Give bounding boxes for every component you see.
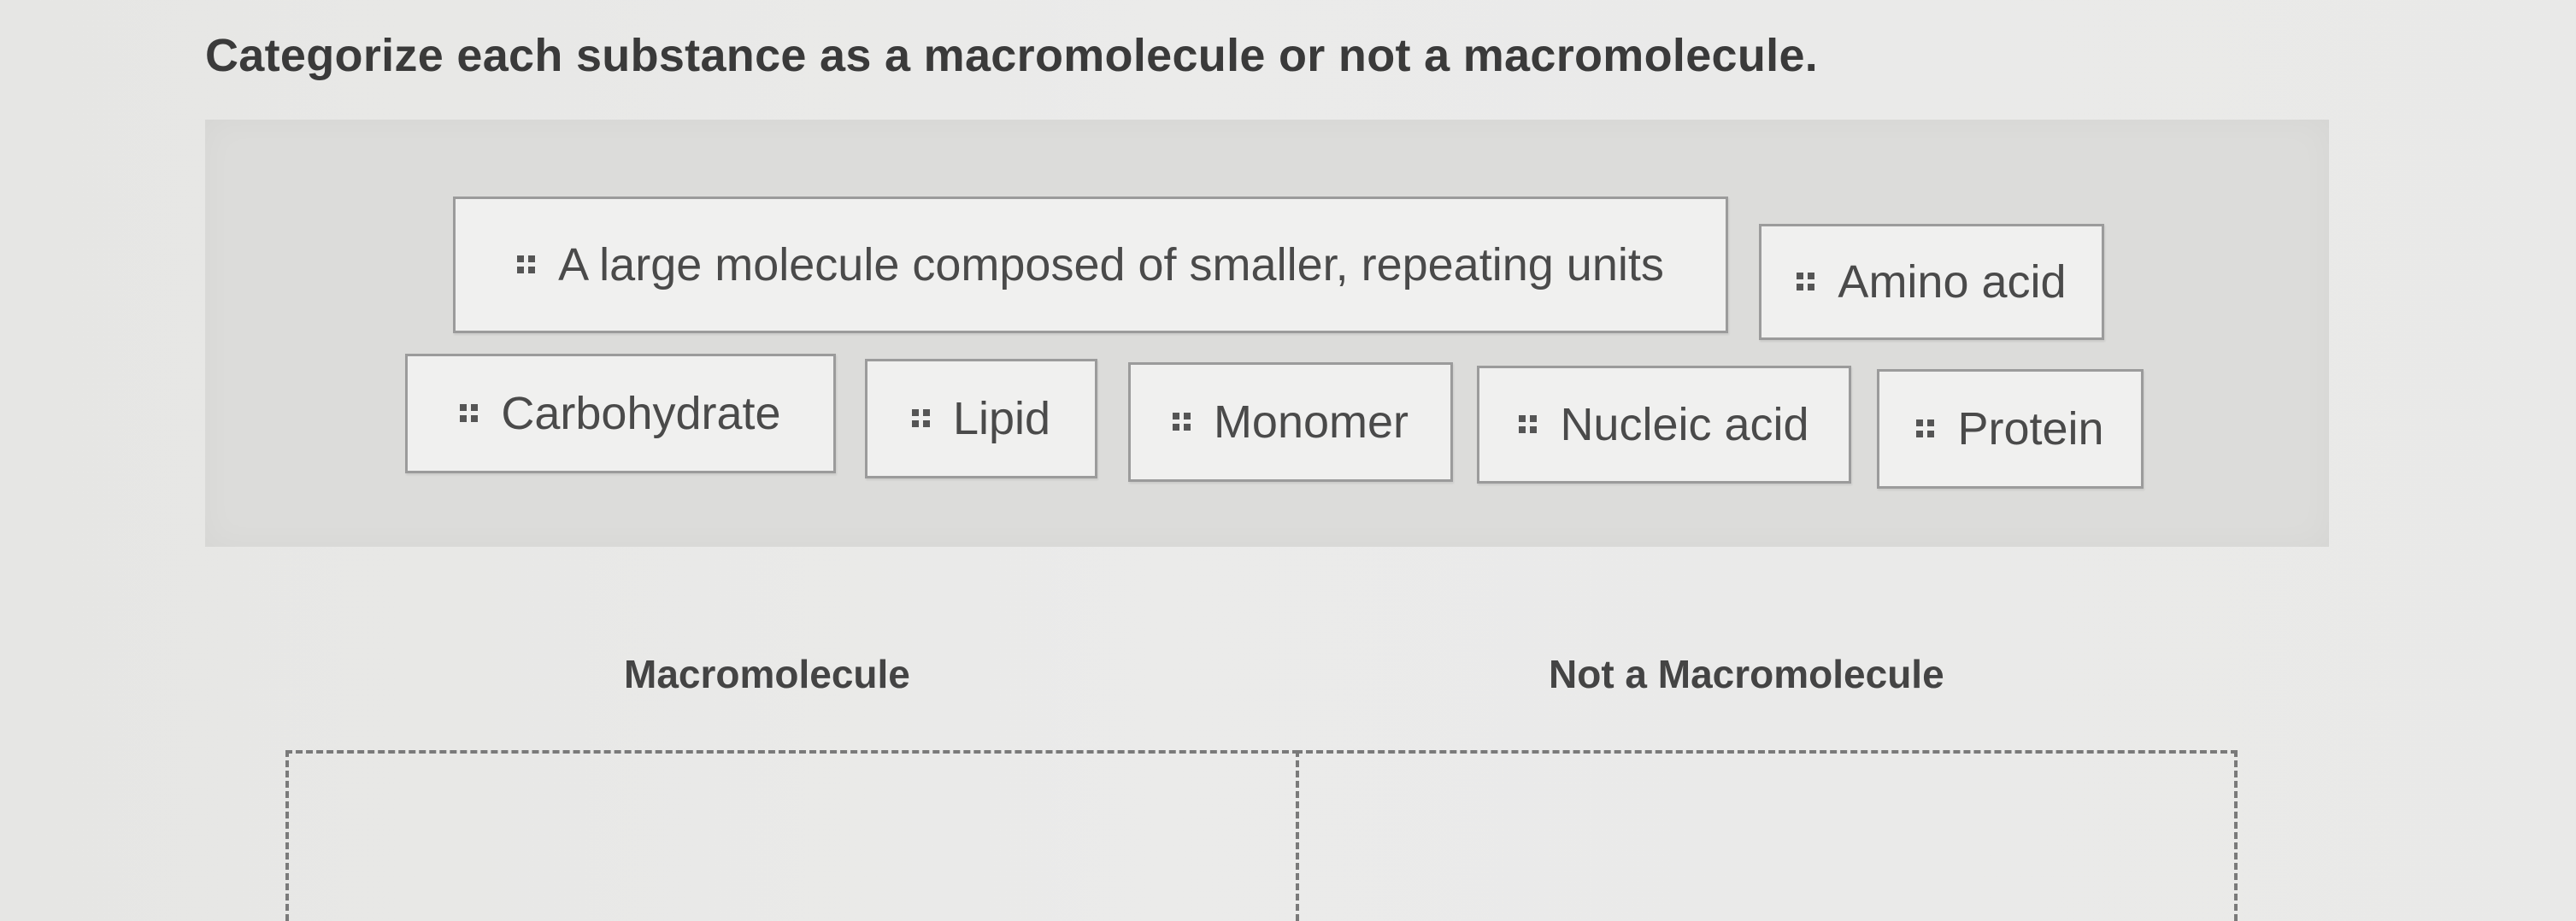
grip-dots-icon: [1172, 413, 1195, 431]
grip-dots-icon: [1519, 415, 1541, 434]
drag-item-label: Monomer: [1213, 396, 1409, 448]
drag-item-carbohydrate[interactable]: Carbohydrate: [405, 354, 836, 473]
dropzone-macromolecule[interactable]: [285, 750, 1299, 921]
drag-item-label: Nucleic acid: [1560, 399, 1809, 450]
grip-dots-icon: [517, 255, 539, 274]
category-heading-not-macromolecule: Not a Macromolecule: [1549, 652, 1944, 696]
grip-dots-icon: [911, 409, 934, 428]
grip-dots-icon: [1797, 273, 1819, 291]
category-heading-macromolecule: Macromolecule: [624, 652, 910, 696]
grip-dots-icon: [1916, 419, 1938, 438]
dropzone-not-macromolecule[interactable]: [1296, 750, 2238, 921]
drag-item-monomer[interactable]: Monomer: [1128, 362, 1453, 482]
drag-item-protein[interactable]: Protein: [1877, 369, 2144, 489]
question-prompt: Categorize each substance as a macromole…: [205, 30, 1819, 81]
drag-item-lipid[interactable]: Lipid: [865, 359, 1097, 478]
drag-item-label: A large molecule composed of smaller, re…: [558, 239, 1664, 290]
drag-item-label: Protein: [1957, 403, 2104, 455]
drag-item-label: Lipid: [952, 393, 1051, 444]
drag-item-amino-acid[interactable]: Amino acid: [1759, 224, 2104, 340]
drag-item-label: Amino acid: [1838, 256, 2067, 308]
drag-item-label: Carbohydrate: [501, 388, 781, 439]
drag-item-nucleic-acid[interactable]: Nucleic acid: [1477, 366, 1851, 484]
drag-item-definition[interactable]: A large molecule composed of smaller, re…: [453, 197, 1728, 333]
grip-dots-icon: [460, 404, 482, 423]
